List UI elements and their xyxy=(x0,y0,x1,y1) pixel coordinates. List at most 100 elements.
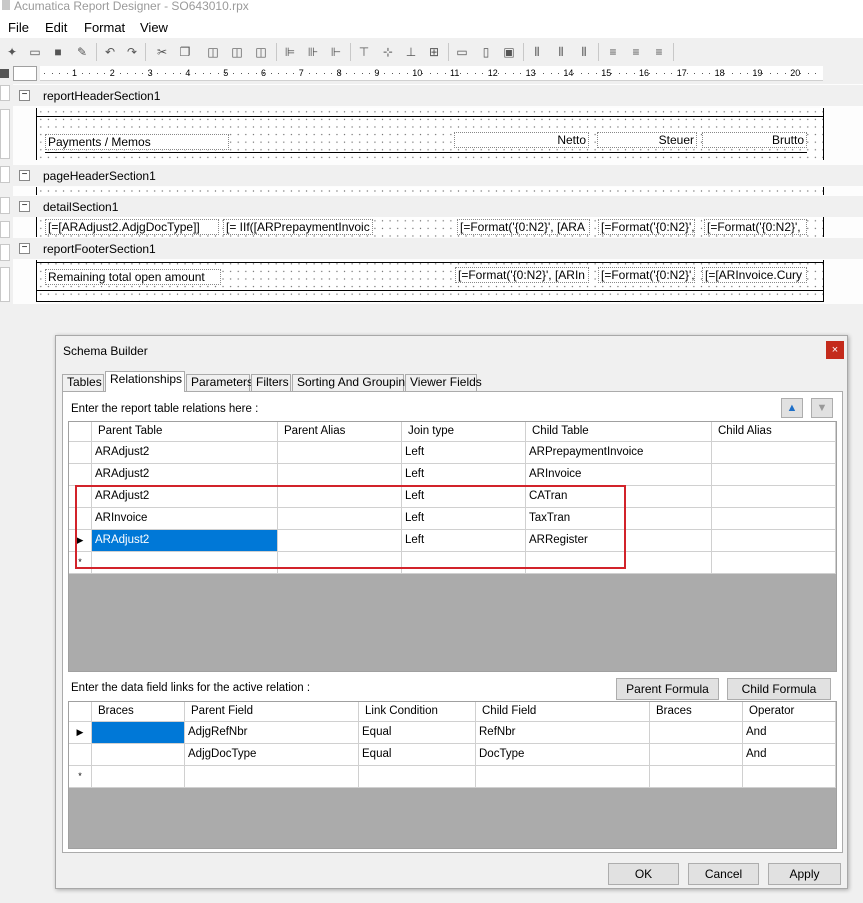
link-condition-cell[interactable]: Equal xyxy=(359,722,476,744)
footer-cury-field[interactable]: [=[ARInvoice.Cury xyxy=(702,267,807,283)
iif-prepayment-field[interactable]: [= IIf([ARPrepaymentInvoic xyxy=(223,219,373,235)
detail-band[interactable]: − detailSection1 xyxy=(13,196,863,217)
relation-row[interactable]: ARAdjust2 Left ARInvoice xyxy=(69,464,836,486)
parent-table-cell[interactable]: ARAdjust2 xyxy=(92,464,278,486)
braces-close-cell[interactable] xyxy=(650,744,743,766)
same-size-icon[interactable]: ▣ xyxy=(501,44,517,60)
cut-icon[interactable]: ✂ xyxy=(154,44,170,60)
relation-new-row[interactable]: * xyxy=(69,552,836,574)
copy-icon[interactable]: ❐ xyxy=(177,44,193,60)
menu-edit[interactable]: Edit xyxy=(45,20,67,35)
menu-format[interactable]: Format xyxy=(84,20,125,35)
report-header-band[interactable]: − reportHeaderSection1 xyxy=(13,85,863,106)
payments-memos-label[interactable]: Payments / Memos xyxy=(45,134,229,150)
link-condition-cell[interactable]: Equal xyxy=(359,744,476,766)
steuer-label[interactable]: Steuer xyxy=(597,132,697,148)
parent-table-cell[interactable]: ARAdjust2 xyxy=(92,442,278,464)
remaining-total-label[interactable]: Remaining total open amount xyxy=(45,269,221,285)
parent-field-cell[interactable]: AdjgDocType xyxy=(185,744,359,766)
parent-alias-cell[interactable] xyxy=(278,508,402,530)
align-top-icon[interactable]: ⊤ xyxy=(356,44,372,60)
child-alias-cell[interactable] xyxy=(712,442,836,464)
page-header-section[interactable] xyxy=(36,187,824,195)
steuer-format-field[interactable]: [=Format('{0:N2}', xyxy=(598,219,695,235)
collapse-page-header-button[interactable]: − xyxy=(19,170,30,181)
collapse-report-footer-button[interactable]: − xyxy=(19,243,30,254)
join-type-cell[interactable]: Left xyxy=(402,442,526,464)
new-report-icon[interactable]: ✦ xyxy=(4,44,20,60)
child-alias-cell[interactable] xyxy=(712,508,836,530)
join-type-cell[interactable]: Left xyxy=(402,486,526,508)
parent-alias-cell[interactable] xyxy=(278,530,402,552)
properties-icon[interactable]: ✎ xyxy=(74,44,90,60)
parent-formula-button[interactable]: Parent Formula xyxy=(616,678,719,700)
parent-table-cell-selected[interactable]: ARAdjust2 xyxy=(92,530,278,552)
same-width-icon[interactable]: ▭ xyxy=(454,44,470,60)
hspace-increase-icon[interactable]: ⫴ xyxy=(553,44,569,60)
same-height-icon[interactable]: ▯ xyxy=(478,44,494,60)
column-header-operator[interactable]: Operator xyxy=(743,702,836,722)
operator-cell[interactable]: And xyxy=(743,744,836,766)
send-to-back-icon[interactable]: ◫ xyxy=(229,44,245,60)
join-type-cell[interactable]: Left xyxy=(402,508,526,530)
close-icon[interactable]: × xyxy=(826,341,844,359)
vspace-decrease-icon[interactable]: ≡ xyxy=(651,44,667,60)
braces-open-cell[interactable] xyxy=(92,744,185,766)
relation-row[interactable]: ARAdjust2 Left ARPrepaymentInvoice xyxy=(69,442,836,464)
parent-alias-cell[interactable] xyxy=(278,442,402,464)
relation-row[interactable]: ARInvoice Left TaxTran xyxy=(69,508,836,530)
parent-table-cell[interactable]: ARInvoice xyxy=(92,508,278,530)
group-icon[interactable]: ◫ xyxy=(253,44,269,60)
child-table-cell[interactable]: ARInvoice xyxy=(526,464,712,486)
detail-section[interactable]: [=[ARAdjust2.AdjgDocType]] [= IIf([ARPre… xyxy=(36,217,824,237)
open-icon[interactable]: ▭ xyxy=(27,44,43,60)
hspace-decrease-icon[interactable]: ⫴ xyxy=(576,44,592,60)
hspace-equal-icon[interactable]: ⫴ xyxy=(529,44,545,60)
child-field-cell[interactable]: DocType xyxy=(476,744,650,766)
apply-button[interactable]: Apply xyxy=(768,863,841,885)
align-left-icon[interactable]: ⊫ xyxy=(282,44,298,60)
collapse-detail-button[interactable]: − xyxy=(19,201,30,212)
join-type-cell[interactable]: Left xyxy=(402,530,526,552)
link-row[interactable]: AdjgDocType Equal DocType And xyxy=(69,744,836,766)
tab-filters[interactable]: Filters xyxy=(251,374,291,391)
column-header-link-condition[interactable]: Link Condition xyxy=(359,702,476,722)
cancel-button[interactable]: Cancel xyxy=(688,863,759,885)
footer-netto-format-field[interactable]: [=Format('{0:N2}', [ARIn xyxy=(455,267,589,283)
braces-close-cell[interactable] xyxy=(650,722,743,744)
align-right-icon[interactable]: ⊩ xyxy=(328,44,344,60)
child-table-cell[interactable]: ARPrepaymentInvoice xyxy=(526,442,712,464)
menu-file[interactable]: File xyxy=(8,20,29,35)
vspace-equal-icon[interactable]: ≡ xyxy=(605,44,621,60)
move-down-icon[interactable]: ▼ xyxy=(811,398,833,418)
column-header-child-field[interactable]: Child Field xyxy=(476,702,650,722)
link-row-current[interactable]: ▶ AdjgRefNbr Equal RefNbr And xyxy=(69,722,836,744)
report-footer-section[interactable]: Remaining total open amount [=Format('{0… xyxy=(36,260,824,302)
tab-viewer-fields[interactable]: Viewer Fields xyxy=(405,374,482,391)
parent-alias-cell[interactable] xyxy=(278,464,402,486)
parent-alias-cell[interactable] xyxy=(278,486,402,508)
tab-relationships[interactable]: Relationships xyxy=(105,371,185,392)
column-header-join-type[interactable]: Join type xyxy=(402,422,526,442)
child-table-cell[interactable]: TaxTran xyxy=(526,508,712,530)
child-field-cell[interactable]: RefNbr xyxy=(476,722,650,744)
parent-table-cell[interactable]: ARAdjust2 xyxy=(92,486,278,508)
relation-row-current[interactable]: ▶ ARAdjust2 Left ARRegister xyxy=(69,530,836,552)
child-table-cell[interactable]: CATran xyxy=(526,486,712,508)
join-type-cell[interactable]: Left xyxy=(402,464,526,486)
netto-label[interactable]: Netto xyxy=(454,132,589,148)
save-icon[interactable]: ■ xyxy=(50,44,66,60)
tab-sorting-and-grouping[interactable]: Sorting And Grouping xyxy=(292,374,412,391)
ok-button[interactable]: OK xyxy=(608,863,679,885)
link-new-row[interactable]: * xyxy=(69,766,836,788)
column-header-child-alias[interactable]: Child Alias xyxy=(712,422,836,442)
menu-view[interactable]: View xyxy=(140,20,168,35)
operator-cell[interactable]: And xyxy=(743,722,836,744)
column-header-parent-field[interactable]: Parent Field xyxy=(185,702,359,722)
footer-steuer-format-field[interactable]: [=Format('{0:N2}', xyxy=(598,267,695,283)
tab-tables[interactable]: Tables xyxy=(62,374,104,391)
column-header-braces-open[interactable]: Braces xyxy=(92,702,185,722)
relation-row[interactable]: ARAdjust2 Left CATran xyxy=(69,486,836,508)
grid-icon[interactable]: ⊞ xyxy=(426,44,442,60)
column-header-child-table[interactable]: Child Table xyxy=(526,422,712,442)
